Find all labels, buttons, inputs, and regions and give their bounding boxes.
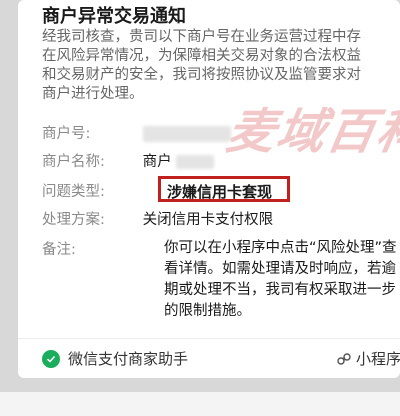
notification-card[interactable]: 商户异常交易通知 经我司核查，贵司以下商户号在业务运营过程中存 在风险异常情况，… bbox=[18, 0, 400, 378]
mini-program-icon bbox=[337, 352, 351, 365]
merchant-name-redacted bbox=[176, 155, 215, 169]
mini-program-link[interactable]: 小程序 bbox=[336, 348, 400, 369]
merchant-id-row: 商户号: bbox=[42, 122, 231, 143]
problem-type-value: 涉嫌信用卡套现 bbox=[167, 183, 273, 201]
app-name: 微信支付商家助手 bbox=[68, 350, 189, 368]
mini-program-label: 小程序 bbox=[356, 350, 400, 368]
merchant-name-value: 商户 bbox=[142, 154, 172, 170]
intro-line: 和交易财产的安全，我司将按照协议及监管要求对 bbox=[42, 67, 361, 83]
app-source[interactable]: 微信支付商家助手 bbox=[42, 348, 188, 369]
intro-line: 商户进行处理。 bbox=[42, 86, 144, 102]
watermark: 麦域百科 bbox=[222, 104, 400, 160]
merchant-id-redacted bbox=[142, 126, 231, 142]
remark-label: 备注: bbox=[42, 242, 76, 258]
merchant-name-label: 商户名称: bbox=[42, 154, 105, 170]
problem-type-row: 问题类型: bbox=[42, 180, 138, 201]
notice-title: 商户异常交易通知 bbox=[42, 6, 186, 27]
remark-line: 期或处理不当，我司有权采取进一步 bbox=[164, 282, 396, 298]
merchant-name-row: 商户名称: 商户 bbox=[42, 150, 215, 171]
wechat-pay-merchant-icon bbox=[42, 349, 60, 368]
divider bbox=[18, 338, 400, 339]
solution-label: 处理方案: bbox=[42, 212, 105, 228]
remark-value: 你可以在小程序中点击“风险处理”查 看详情。如需处理请及时响应，若逾 期或处理不… bbox=[164, 238, 400, 322]
intro-line: 在风险异常情况，为保障相关交易对象的合法权益 bbox=[42, 48, 361, 64]
solution-row: 处理方案: 关闭信用卡支付权限 bbox=[42, 208, 273, 229]
remark-line: 看详情。如需处理请及时响应，若逾 bbox=[164, 261, 396, 277]
problem-type-highlight: 涉嫌信用卡套现 bbox=[158, 176, 290, 202]
remark-line: 的限制措施。 bbox=[164, 303, 251, 319]
remark-row: 备注: bbox=[42, 238, 138, 259]
bottom-bar bbox=[0, 392, 400, 416]
problem-type-label: 问题类型: bbox=[42, 184, 105, 200]
remark-line: 你可以在小程序中点击“风险处理”查 bbox=[164, 240, 397, 256]
merchant-id-label: 商户号: bbox=[42, 126, 91, 142]
intro-line: 经我司核查，贵司以下商户号在业务运营过程中存 bbox=[42, 29, 361, 45]
solution-value: 关闭信用卡支付权限 bbox=[142, 212, 274, 228]
